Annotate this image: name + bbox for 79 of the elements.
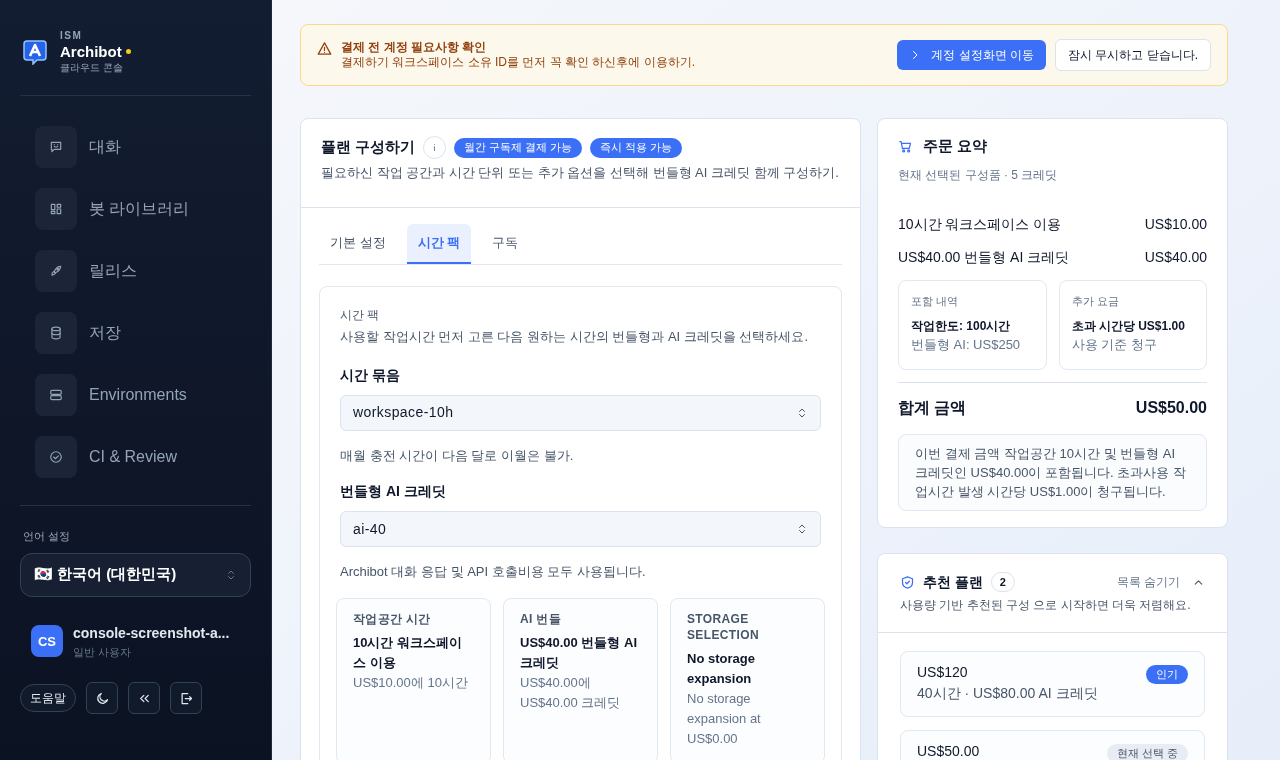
detail-label: 포함 내역 <box>911 293 960 309</box>
panel-title: 시간 팩 <box>340 307 381 324</box>
chevron-updown-icon <box>796 406 808 419</box>
tab[interactable]: 시간 팩 <box>406 224 472 264</box>
user-avatar: CS <box>31 625 63 658</box>
brand-subtitle: 클라우드 콘솔 <box>60 63 124 73</box>
option-card[interactable]: AI 번들 US$40.00 번들형 AI 크레딧 US$40.00에 US$40.00 크레딧 <box>503 597 658 760</box>
banner-primary-button[interactable]: 계정 설정화면 이동 <box>897 40 1046 70</box>
logout-icon <box>178 690 194 706</box>
user-role: 일반 사용자 <box>73 644 133 660</box>
field-help: Archibot 대화 응답 및 API 호출비용 모두 사용됩니다. <box>340 563 647 581</box>
field-label: 시간 묶음 <box>340 365 401 385</box>
nav-item[interactable]: CI & Review <box>35 436 251 478</box>
plan-option[interactable]: US$50.00 현재 선택 중 <box>900 729 1205 760</box>
summary-note: 이번 결제 금액 작업공간 10시간 및 번들형 AI 크레딧인 US$40.00이 포함됩니다. 초과사용 작업시간 발생 시간당 US$1.00이 청구됩니다. <box>898 433 1207 511</box>
plan-badge: 월간 구독제 결제 가능 <box>454 137 583 158</box>
card-subtitle: 현재 선택된 구성품 · 5 크레딧 <box>898 166 1059 184</box>
line-item-amount: US$40.00 <box>1144 247 1207 267</box>
option-detail: 40시간 · US$80.00 AI 크레딧 <box>917 683 1098 703</box>
nav-item[interactable]: Environments <box>35 374 251 416</box>
select-field[interactable]: workspace-10h <box>340 394 821 431</box>
check-circle-icon <box>49 450 63 464</box>
option-card[interactable]: STORAGE SELECTION No storage expansion No storage expansion at US$0.00 <box>670 597 825 760</box>
chat-icon <box>49 140 63 154</box>
option-price: US$120 <box>917 662 969 682</box>
option-card[interactable]: 작업공간 시간 10시간 워크스페이스 이용 US$10.00에 10시간 <box>336 597 491 760</box>
collapse-toggle[interactable]: 목록 숨기기 <box>1116 573 1205 591</box>
nav-item[interactable]: 대화 <box>35 126 251 168</box>
brand-org: ISM <box>60 31 84 41</box>
chevron-updown-icon <box>225 568 237 581</box>
user-name: console-screenshot-a... <box>73 623 230 643</box>
card-description: 필요하신 작업 공간과 시간 단위 또는 추가 옵션을 선택해 번들형 AI 크레딧 함께 구성하기. <box>321 164 840 182</box>
total-amount: US$50.00 <box>1135 397 1207 418</box>
logo-icon <box>22 39 48 65</box>
nav-item[interactable]: 봇 라이브러리 <box>35 188 251 230</box>
shield-check-icon <box>900 574 915 590</box>
plan-option[interactable]: US$120 40시간 · US$80.00 AI 크레딧 인기 <box>900 650 1205 717</box>
detail-note: 번들형 AI: US$250 <box>911 336 1022 354</box>
panel-description: 사용할 작업시간 먼저 고른 다음 원하는 시간의 번들형과 AI 크레딧을 선택하세요. <box>340 328 809 346</box>
detail-label: 추가 요금 <box>1071 293 1120 309</box>
tab[interactable]: 구독 <box>481 224 530 264</box>
database-icon <box>49 326 63 340</box>
card-description: 사용량 기반 추천된 구성 으로 시작하면 더욱 저렴해요. <box>900 596 1192 614</box>
card-title: 플랜 구성하기 <box>321 137 416 158</box>
chevron-updown-icon <box>796 523 808 535</box>
collapse-sidebar-button[interactable] <box>128 682 160 714</box>
banner-title: 결제 전 계정 필요사항 확인 <box>341 40 488 55</box>
plan-badge: 즉시 적용 가능 <box>590 137 683 158</box>
brand-name: Archibot <box>60 44 122 59</box>
line-item-amount: US$10.00 <box>1144 214 1207 234</box>
option-price: US$50.00 <box>917 741 980 760</box>
server-icon <box>49 388 63 402</box>
plan-badge: 현재 선택 중 <box>1106 743 1188 760</box>
grid-icon <box>49 202 63 216</box>
line-item-label: 10시간 워크스페이스 이용 <box>898 214 1062 234</box>
logout-button[interactable] <box>170 682 202 714</box>
theme-toggle-button[interactable] <box>86 682 118 714</box>
warning-icon <box>317 41 332 56</box>
language-select[interactable]: 🇰🇷 한국어 (대한민국) <box>20 552 251 597</box>
field-help: 매월 충전 시간이 다음 달로 이월은 불가. <box>340 446 575 465</box>
moon-icon <box>94 690 110 706</box>
cart-icon <box>898 138 913 154</box>
card-title: 주문 요약 <box>923 136 988 156</box>
section-label: 언어 설정 <box>22 529 72 544</box>
banner-secondary-button[interactable]: 잠시 무시하고 닫습니다. <box>1055 39 1211 71</box>
detail-value: 작업한도: 100시간 <box>911 318 1012 335</box>
detail-note: 사용 기준 청구 <box>1071 336 1158 354</box>
banner-message: 결제하기 워크스페이스 소유 ID를 먼저 꼭 확인 하신후에 이용하기. <box>341 55 695 70</box>
card-title: 추천 플랜 <box>923 572 983 592</box>
total-label: 합계 금액 <box>898 397 967 418</box>
field-label: 번들형 AI 크레딧 <box>340 482 447 501</box>
nav-item[interactable]: 릴리스 <box>35 250 251 292</box>
plan-badge: 인기 <box>1146 664 1188 684</box>
nav-item[interactable]: 저장 <box>35 312 251 354</box>
select-field[interactable]: ai-40 <box>340 511 821 547</box>
tab[interactable]: 기본 설정 <box>319 224 397 264</box>
line-item-label: US$40.00 번들형 AI 크레딧 <box>898 247 1070 267</box>
help-button[interactable]: 도움말 <box>20 684 76 712</box>
detail-value: 초과 시간당 US$1.00 <box>1071 318 1186 335</box>
